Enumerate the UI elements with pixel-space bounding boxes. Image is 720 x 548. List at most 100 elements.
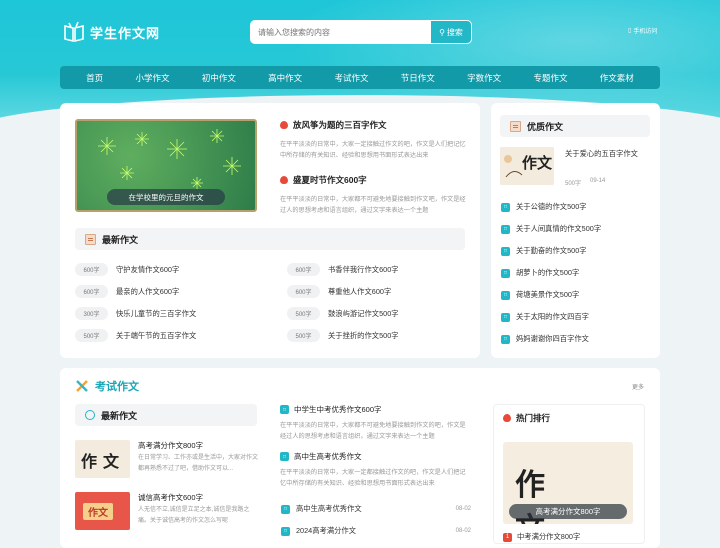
news-image-text: 作文 bbox=[83, 503, 113, 520]
word-count-tag: 600字 bbox=[287, 285, 320, 298]
phone-icon: ▯ bbox=[628, 28, 632, 34]
exam-article-title: 中学生中考优秀作文600字 bbox=[294, 405, 382, 414]
list-item[interactable]: □ 荷塘美景作文500字 bbox=[501, 290, 579, 300]
news-title: 诚信高考作文600字 bbox=[138, 493, 204, 502]
article-icon: □ bbox=[501, 202, 510, 212]
list-item[interactable]: 500字 关于挫折的作文500字 bbox=[287, 329, 399, 342]
exam-latest-heading: 最新作文 bbox=[101, 410, 138, 421]
featured-article-title: 放风筝为题的三百字作文 bbox=[293, 120, 387, 130]
nav-item-wordcount[interactable]: 字数作文 bbox=[467, 72, 501, 84]
nav-item-home[interactable]: 首页 bbox=[86, 72, 103, 84]
list-item[interactable]: 600字 最亲的人作文600字 bbox=[75, 285, 179, 298]
word-count-tag: 500字 bbox=[287, 329, 320, 342]
notebook-icon bbox=[85, 233, 96, 245]
list-item-title: 鼓浪屿游记作文500字 bbox=[328, 308, 399, 318]
list-item[interactable]: □ 关于公德的作文500字 bbox=[501, 202, 587, 212]
hot-flame-icon bbox=[280, 176, 288, 184]
article-icon: □ bbox=[501, 224, 510, 234]
list-item[interactable]: □ 妈妈谢谢你四百字作文 bbox=[501, 334, 589, 344]
list-item[interactable]: □ 胡萝卜的作文500字 bbox=[501, 268, 579, 278]
clock-icon bbox=[85, 410, 95, 420]
article-icon: □ bbox=[280, 452, 289, 461]
article-icon: □ bbox=[280, 405, 289, 414]
quality-top-date: 09-14 bbox=[590, 178, 606, 184]
hot-image-caption: 高考满分作文800字 bbox=[509, 504, 627, 519]
list-item-title: 关于人间真情的作文500字 bbox=[516, 224, 602, 233]
nav-item-primary[interactable]: 小学作文 bbox=[135, 72, 169, 84]
nav-item-material[interactable]: 作文素材 bbox=[600, 72, 634, 84]
search-button[interactable]: ⚲ 搜索 bbox=[431, 20, 472, 44]
list-item-title: 快乐儿童节的三百字作文 bbox=[116, 308, 197, 318]
list-item-title: 关于公德的作文500字 bbox=[516, 202, 587, 211]
list-item-title: 2024高考满分作文 bbox=[296, 526, 357, 535]
rank-number-icon: 1 bbox=[503, 532, 512, 542]
exam-latest-header: 最新作文 bbox=[75, 404, 257, 426]
featured-article-2[interactable]: 盛夏时节作文600字 在平平淡淡的日常中，大家都不可避免地要接触到作文吧，作文是… bbox=[280, 174, 470, 216]
list-item-title: 关于太阳的作文四百字 bbox=[516, 312, 589, 321]
article-icon: □ bbox=[501, 334, 510, 344]
list-item-title: 荷塘美景作文500字 bbox=[516, 290, 580, 299]
list-item-title: 关于勤奋的作文500字 bbox=[516, 246, 587, 255]
list-item-title: 高中生高考优秀作文 bbox=[296, 504, 362, 513]
list-item[interactable]: □ 关于太阳的作文四百字 bbox=[501, 312, 589, 322]
pencil-ruler-icon bbox=[76, 380, 88, 392]
featured-article-1[interactable]: 放风筝为题的三百字作文 在平平淡淡的日常中，大家一定接触过作文的吧，作文是人们把… bbox=[280, 119, 470, 161]
nav-item-festival[interactable]: 节日作文 bbox=[401, 72, 435, 84]
site-title: 学生作文网 bbox=[90, 25, 161, 41]
quality-top-image[interactable]: 作文 bbox=[500, 147, 554, 185]
quality-section-header: 优质作文 bbox=[500, 115, 650, 137]
news-desc: 在日常学习、工作亦或是生活中，大家对作文都再熟悉不过了吧，借助作文可以... bbox=[138, 455, 258, 472]
article-icon: □ bbox=[501, 290, 510, 300]
exam-article-2[interactable]: □ 高中生高考优秀作文 在平平淡淡的日常中，大家一定都接触过作文的吧，作文是人们把… bbox=[280, 451, 470, 489]
article-icon: □ bbox=[501, 268, 510, 278]
mobile-link[interactable]: ▯ 手机访问 bbox=[628, 26, 657, 35]
latest-section-header: 最新作文 bbox=[75, 228, 465, 250]
list-item[interactable]: 600字 书香伴我行作文600字 bbox=[287, 263, 399, 276]
nav-item-exam[interactable]: 考试作文 bbox=[334, 72, 368, 84]
list-item[interactable]: □ 高中生高考优秀作文 08-02 bbox=[281, 504, 471, 514]
book-logo-icon bbox=[64, 21, 84, 43]
exam-section-title[interactable]: 考试作文 bbox=[75, 378, 139, 394]
list-item[interactable]: 600字 守护友情作文600字 bbox=[75, 263, 179, 276]
search-input[interactable] bbox=[250, 20, 431, 44]
list-item[interactable]: 600字 尊重他人作文600字 bbox=[287, 285, 391, 298]
article-icon: □ bbox=[281, 504, 290, 514]
list-item[interactable]: □ 关于人间真情的作文500字 bbox=[501, 224, 601, 234]
news-item[interactable]: 作文 诚信高考作文600字 人无信不立,诚信是立足之本,诚信是我路之痛。关于诚信… bbox=[75, 492, 255, 531]
latest-heading: 最新作文 bbox=[102, 234, 139, 245]
list-item-title: 关于挫折的作文500字 bbox=[328, 330, 399, 340]
exam-title: 考试作文 bbox=[95, 381, 139, 393]
quality-top-title[interactable]: 关于爱心的五百字作文 bbox=[565, 149, 638, 159]
hot-rank-title: 中考满分作文800字 bbox=[517, 532, 581, 541]
search-icon: ⚲ bbox=[439, 27, 445, 37]
search-bar: ⚲搜索 bbox=[250, 20, 472, 44]
hot-flame-icon bbox=[503, 414, 511, 422]
hot-image[interactable]: 作文 高考满分作文800字 bbox=[503, 442, 633, 524]
quality-heading: 优质作文 bbox=[527, 121, 564, 132]
list-item-title: 胡萝卜的作文500字 bbox=[516, 268, 580, 277]
word-count-tag: 500字 bbox=[75, 329, 108, 342]
list-item[interactable]: □ 关于勤奋的作文500字 bbox=[501, 246, 587, 256]
featured-banner[interactable]: 在学校里的元旦的作文 bbox=[75, 119, 257, 212]
list-item-date: 08-02 bbox=[455, 528, 471, 534]
nav-item-topic[interactable]: 专题作文 bbox=[533, 72, 567, 84]
list-item[interactable]: 500字 鼓浪屿游记作文500字 bbox=[287, 307, 399, 320]
more-link[interactable]: 更多 bbox=[632, 382, 644, 391]
nav-item-junior[interactable]: 初中作文 bbox=[202, 72, 236, 84]
list-item-title: 妈妈谢谢你四百字作文 bbox=[516, 334, 589, 343]
word-count-tag: 500字 bbox=[287, 307, 320, 320]
news-item[interactable]: 作文 高考满分作文800字 在日常学习、工作亦或是生活中，大家对作文都再熟悉不过… bbox=[75, 440, 258, 479]
hot-rank-item[interactable]: 1 中考满分作文800字 bbox=[503, 532, 580, 542]
search-button-label: 搜索 bbox=[446, 27, 463, 37]
list-item[interactable]: 500字 关于端午节的五百字作文 bbox=[75, 329, 196, 342]
featured-article-title: 盛夏时节作文600字 bbox=[293, 175, 367, 185]
article-icon: □ bbox=[501, 246, 510, 256]
site-logo[interactable]: 学生作文网 bbox=[62, 20, 160, 44]
featured-article-desc: 在平平淡淡的日常中，大家一定接触过作文的吧，作文是人们把记忆中所存储的有关知识、… bbox=[280, 141, 466, 159]
list-item[interactable]: □ 2024高考满分作文 08-02 bbox=[281, 526, 471, 536]
quality-top-tag: 500字 bbox=[565, 181, 582, 187]
nav-item-senior[interactable]: 高中作文 bbox=[268, 72, 302, 84]
list-item[interactable]: 300字 快乐儿童节的三百字作文 bbox=[75, 307, 196, 320]
exam-article-1[interactable]: □ 中学生中考优秀作文600字 在平平淡淡的日常中，大家都不可避免地要接触到作文的… bbox=[280, 404, 470, 442]
hot-ranking-header: 热门排行 bbox=[503, 412, 550, 424]
